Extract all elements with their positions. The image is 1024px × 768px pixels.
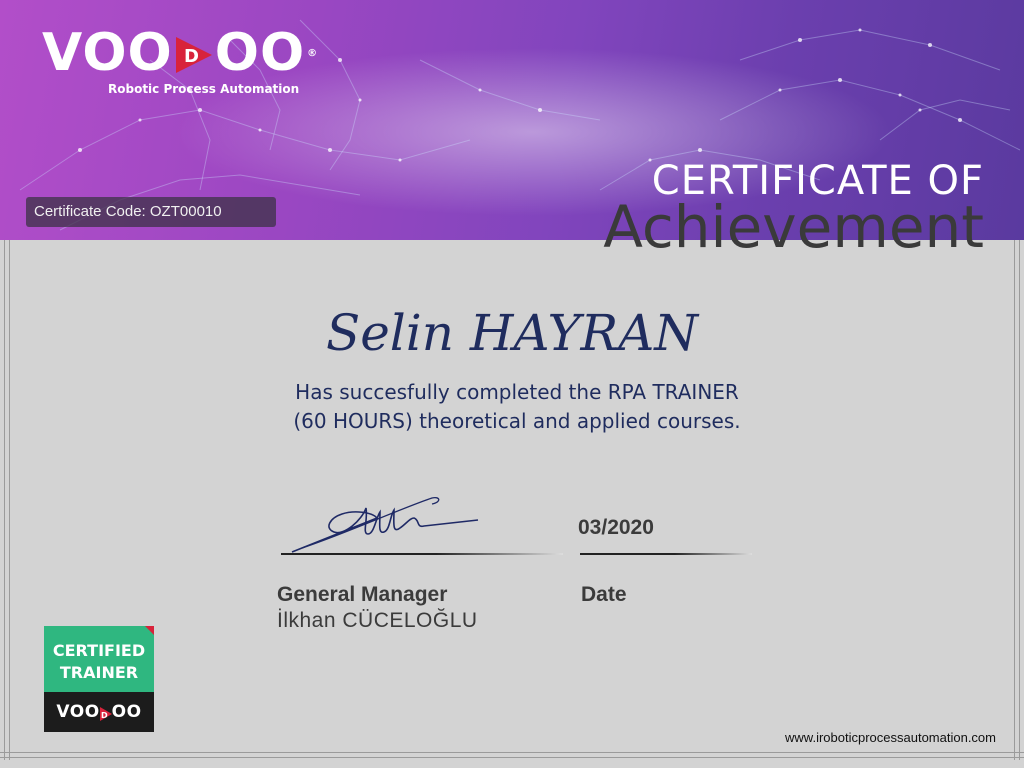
- badge-logo: VOO D OO: [44, 702, 154, 722]
- badge-logo-mid: D: [101, 711, 108, 720]
- signature: [291, 496, 479, 553]
- description-line-2: (60 HOURS) theoretical and applied cours…: [293, 409, 741, 433]
- logo-text-right: OO: [214, 23, 306, 83]
- badge-text: CERTIFIED TRAINER: [44, 640, 154, 684]
- certificate-code-box: Certificate Code: OZT00010: [26, 197, 276, 227]
- signer-role: General Manager: [277, 583, 448, 606]
- title-line-2: Achievement: [603, 193, 984, 261]
- signature-line: [281, 553, 563, 555]
- date-line: [580, 553, 752, 555]
- badge-logo-left: VOO: [56, 702, 100, 722]
- certificate-code-value: OZT00010: [149, 203, 222, 220]
- website-link[interactable]: www.iroboticprocessautomation.com: [785, 730, 996, 745]
- play-triangle-icon: D: [174, 31, 214, 75]
- date-label: Date: [581, 583, 627, 606]
- description-line-1: Has succesfully completed the RPA TRAINE…: [295, 380, 739, 404]
- badge-line-2: TRAINER: [59, 663, 139, 682]
- voodoo-logo: VOO D OO ® Robotic Process Automation: [42, 26, 318, 96]
- badge-corner: [145, 626, 154, 635]
- badge-logo-right: OO: [111, 702, 142, 722]
- logo-tagline: Robotic Process Automation: [108, 82, 300, 96]
- logo-text-mid: D: [184, 46, 200, 67]
- signer-name: İlkhan CÜCELOĞLU: [277, 609, 478, 632]
- logo-wordmark: VOO D OO ®: [42, 26, 318, 80]
- recipient-name: Selin HAYRAN: [325, 304, 699, 362]
- play-triangle-icon: D: [99, 705, 112, 721]
- registered-mark: ®: [307, 48, 319, 59]
- date-value: 03/2020: [578, 516, 654, 539]
- border-line: [0, 757, 1024, 758]
- certified-trainer-badge: CERTIFIED TRAINER VOO D OO: [44, 626, 154, 732]
- badge-line-1: CERTIFIED: [52, 641, 146, 660]
- course-description: Has succesfully completed the RPA TRAINE…: [0, 378, 1024, 436]
- certificate-code-label: Certificate Code:: [34, 203, 146, 220]
- logo-text-left: VOO: [42, 23, 173, 83]
- border-line: [0, 752, 1024, 753]
